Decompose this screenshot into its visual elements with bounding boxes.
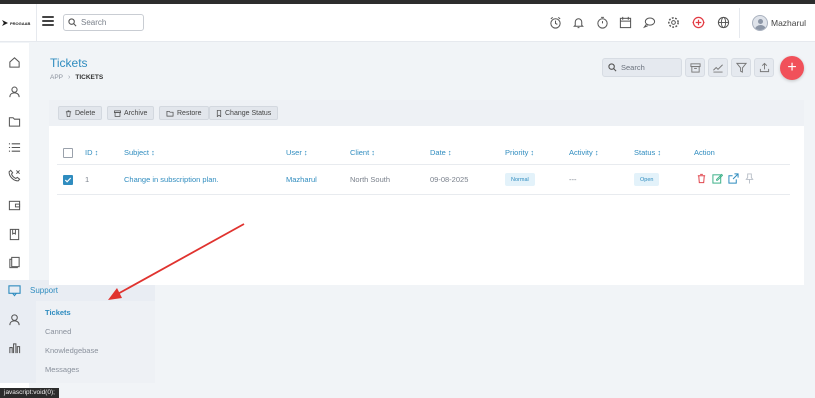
submenu-item-knowledgebase[interactable]: Knowledgebase bbox=[45, 346, 98, 355]
header-divider-line bbox=[57, 164, 790, 165]
avatar bbox=[752, 15, 768, 31]
support-flyout-menu: Support Tickets Canned Knowledgebase Mes… bbox=[0, 280, 155, 383]
book-icon[interactable] bbox=[8, 228, 21, 241]
column-header-id[interactable]: ID ↕ bbox=[85, 148, 98, 157]
support-label: Support bbox=[30, 286, 59, 295]
add-ticket-button[interactable]: + bbox=[780, 56, 804, 80]
upload-icon bbox=[759, 62, 769, 73]
pin-icon[interactable] bbox=[744, 173, 755, 184]
column-header-date[interactable]: Date ↕ bbox=[430, 148, 452, 157]
cell-user[interactable]: Mazharul bbox=[286, 175, 317, 184]
chat-icon[interactable] bbox=[643, 16, 656, 29]
support-submenu: Tickets Canned Knowledgebase Messages bbox=[36, 301, 155, 383]
logo-text: PROGAAB bbox=[10, 20, 31, 26]
breadcrumb: APP › TICKETS bbox=[50, 74, 103, 81]
cell-id: 1 bbox=[85, 175, 90, 184]
trash-icon bbox=[65, 110, 72, 117]
restore-label: Restore bbox=[177, 109, 202, 117]
archive-view-button[interactable] bbox=[685, 58, 705, 77]
bulk-action-bar: Delete Archive Restore Change Status bbox=[49, 100, 804, 126]
edit-icon[interactable] bbox=[712, 173, 723, 184]
user-menu[interactable]: Mazharul bbox=[752, 15, 806, 31]
globe-icon[interactable] bbox=[717, 16, 730, 29]
user-name: Mazharul bbox=[771, 18, 806, 28]
export-button[interactable] bbox=[754, 58, 774, 77]
menu-toggle-icon[interactable] bbox=[42, 16, 54, 26]
contacts-icon[interactable] bbox=[8, 85, 21, 98]
list-icon[interactable] bbox=[8, 141, 21, 154]
change-status-button[interactable]: Change Status bbox=[209, 106, 279, 120]
phone-icon[interactable] bbox=[8, 169, 21, 182]
alarm-icon[interactable] bbox=[549, 16, 562, 29]
folder-open-icon bbox=[166, 110, 174, 116]
change-status-label: Change Status bbox=[225, 109, 272, 117]
table-search-input[interactable] bbox=[621, 63, 676, 72]
breadcrumb-tickets: TICKETS bbox=[75, 74, 104, 81]
header-divider bbox=[36, 4, 37, 42]
gear-icon[interactable] bbox=[667, 16, 680, 29]
column-header-priority[interactable]: Priority ↕ bbox=[505, 148, 534, 157]
cell-date: 09-08-2025 bbox=[430, 175, 469, 184]
cell-subject[interactable]: Change in subscription plan. bbox=[124, 175, 219, 184]
column-header-subject[interactable]: Subject ↕ bbox=[124, 148, 155, 157]
trend-chart-icon bbox=[713, 64, 723, 73]
submenu-item-messages[interactable]: Messages bbox=[45, 365, 79, 374]
cell-client: North South bbox=[350, 175, 391, 184]
header-search[interactable] bbox=[63, 14, 144, 31]
chevron-right-icon: › bbox=[68, 74, 71, 81]
bookmark-icon bbox=[216, 109, 222, 117]
support-icon bbox=[8, 285, 21, 297]
wallet-icon[interactable] bbox=[8, 199, 21, 212]
archive-label: Archive bbox=[124, 109, 148, 117]
files-icon[interactable] bbox=[8, 256, 21, 269]
status-badge[interactable]: Open bbox=[634, 173, 660, 186]
browser-status-bar: javascript:void(0); bbox=[0, 388, 59, 398]
add-circle-icon[interactable] bbox=[692, 16, 705, 29]
bell-icon[interactable] bbox=[572, 16, 585, 29]
priority-badge: Normal bbox=[505, 173, 535, 186]
column-header-status[interactable]: Status ↕ bbox=[634, 148, 661, 157]
external-link-icon[interactable] bbox=[728, 173, 739, 184]
archive-box-icon bbox=[689, 63, 701, 73]
delete-icon[interactable] bbox=[696, 173, 707, 184]
plus-icon: + bbox=[787, 59, 797, 76]
cell-activity: --- bbox=[569, 175, 577, 184]
submenu-item-tickets[interactable]: Tickets bbox=[45, 308, 71, 317]
calendar-icon[interactable] bbox=[619, 16, 632, 29]
filter-button[interactable] bbox=[731, 58, 751, 77]
column-header-activity[interactable]: Activity ↕ bbox=[569, 148, 599, 157]
home-icon[interactable] bbox=[8, 56, 21, 69]
filter-icon bbox=[735, 62, 747, 73]
delete-label: Delete bbox=[75, 109, 96, 117]
row-checkbox[interactable] bbox=[63, 175, 73, 185]
column-header-user[interactable]: User ↕ bbox=[286, 148, 308, 157]
submenu-item-canned[interactable]: Canned bbox=[45, 327, 71, 336]
delete-button[interactable]: Delete bbox=[58, 106, 103, 120]
search-icon bbox=[68, 18, 77, 27]
chart-icon[interactable] bbox=[8, 342, 21, 355]
breadcrumb-app[interactable]: APP bbox=[50, 74, 63, 81]
search-icon bbox=[608, 63, 617, 72]
stats-button[interactable] bbox=[708, 58, 728, 77]
top-header: PROGAAB Mazharul bbox=[0, 4, 815, 42]
page-title: Tickets bbox=[50, 56, 88, 70]
check-icon bbox=[64, 177, 72, 183]
column-header-action: Action bbox=[694, 148, 715, 157]
tickets-card: Delete Archive Restore Change Status bbox=[49, 100, 804, 285]
select-all-checkbox[interactable] bbox=[63, 148, 73, 158]
user-icon[interactable] bbox=[8, 313, 21, 326]
folder-icon[interactable] bbox=[8, 115, 21, 128]
header-divider-right bbox=[739, 8, 740, 38]
timer-icon[interactable] bbox=[596, 16, 609, 29]
table-search[interactable] bbox=[602, 58, 682, 77]
header-search-input[interactable] bbox=[81, 18, 141, 27]
archive-button[interactable]: Archive bbox=[107, 106, 155, 120]
row-divider-line bbox=[57, 194, 790, 195]
archive-icon bbox=[114, 110, 121, 117]
app-logo[interactable]: PROGAAB bbox=[2, 18, 34, 28]
column-header-client[interactable]: Client ↕ bbox=[350, 148, 375, 157]
restore-button[interactable]: Restore bbox=[159, 106, 209, 120]
